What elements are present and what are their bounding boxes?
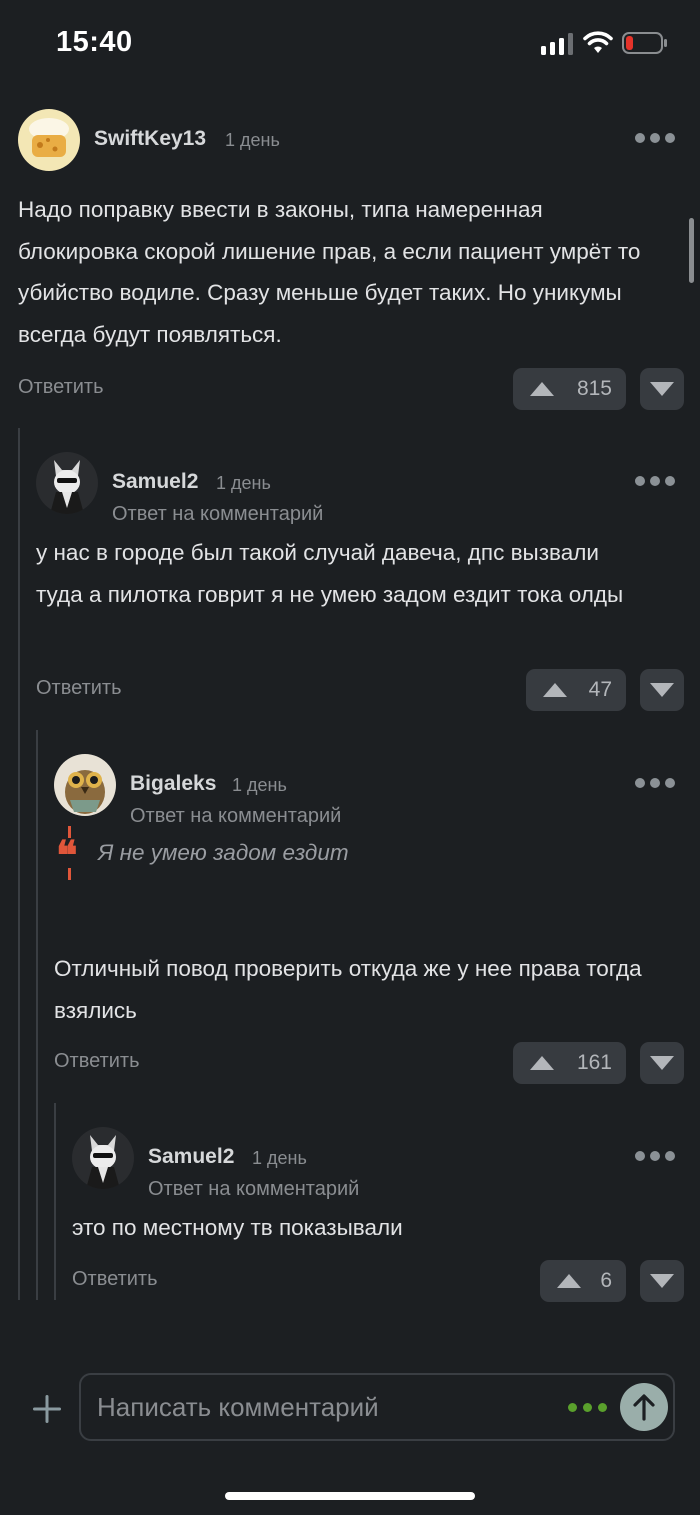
avatar[interactable] (36, 452, 98, 514)
comment-time: 1 день (232, 775, 287, 795)
downvote-button[interactable] (640, 1260, 684, 1302)
signal-icon (541, 33, 573, 55)
comment-text: это по местному тв показывали (72, 1215, 403, 1240)
more-icon[interactable] (635, 476, 675, 488)
score: 6 (600, 1269, 612, 1292)
comment-text: у нас в городе был такой случай давеча, … (36, 540, 624, 607)
comment-time: 1 день (216, 473, 271, 493)
avatar[interactable] (18, 109, 80, 171)
thread-line (36, 730, 38, 1300)
author-name[interactable]: Bigaleks (130, 772, 216, 796)
reply-button[interactable]: Ответить (18, 376, 104, 399)
comment-composer (79, 1373, 675, 1441)
downvote-icon (650, 1056, 674, 1070)
quote-text: Я не умею задом ездит (98, 840, 349, 865)
downvote-button[interactable] (640, 1042, 684, 1084)
upvote-icon (530, 382, 554, 396)
wifi-icon (583, 31, 613, 53)
status-time: 15:40 (56, 26, 133, 58)
more-icon[interactable] (635, 778, 675, 790)
thread-line (54, 1103, 56, 1300)
more-icon[interactable] (635, 133, 675, 145)
quote-block: ❝ Я не умею задом ездит (54, 826, 654, 880)
reply-button[interactable]: Ответить (54, 1050, 140, 1073)
quote-icon: ❝ (56, 832, 78, 879)
downvote-icon (650, 683, 674, 697)
battery-icon (622, 32, 667, 54)
thread-line (18, 428, 20, 1300)
upvote-button[interactable]: 815 (513, 368, 626, 410)
upvote-button[interactable]: 6 (540, 1260, 626, 1302)
score: 161 (576, 1051, 612, 1074)
author-name[interactable]: Samuel2 (112, 470, 198, 494)
downvote-icon (650, 1274, 674, 1288)
comment-time: 1 день (225, 130, 280, 150)
reply-button[interactable]: Ответить (36, 677, 122, 700)
home-indicator[interactable] (225, 1492, 475, 1500)
downvote-icon (650, 382, 674, 396)
upvote-icon (557, 1274, 581, 1288)
more-icon[interactable] (635, 1151, 675, 1163)
author-name[interactable]: SwiftKey13 (94, 127, 206, 151)
comment-input[interactable] (97, 1375, 557, 1439)
comment: Samuel2 1 день Ответ на комментарий у на… (36, 452, 700, 711)
reply-note[interactable]: Ответ на комментарий (148, 1178, 359, 1201)
comment-time: 1 день (252, 1148, 307, 1168)
comment: Bigaleks 1 день Ответ на комментарий ❝ Я… (54, 754, 700, 1084)
reply-note[interactable]: Ответ на комментарий (130, 805, 341, 828)
send-button[interactable] (620, 1383, 668, 1431)
downvote-button[interactable] (640, 368, 684, 410)
upvote-icon (543, 683, 567, 697)
comment: SwiftKey13 1 день Надо поправку ввести в… (18, 109, 700, 410)
upvote-icon (530, 1056, 554, 1070)
comment-text: Отличный повод проверить откуда же у нее… (54, 956, 642, 1023)
status-bar: 15:40 (0, 0, 700, 90)
score: 815 (576, 377, 612, 400)
author-name[interactable]: Samuel2 (148, 1145, 234, 1169)
downvote-button[interactable] (640, 669, 684, 711)
reply-button[interactable]: Ответить (72, 1268, 158, 1291)
send-arrow-icon (633, 1394, 655, 1421)
comment: Samuel2 1 день Ответ на комментарий это … (72, 1127, 700, 1302)
reply-note[interactable]: Ответ на комментарий (112, 503, 323, 526)
upvote-button[interactable]: 161 (513, 1042, 626, 1084)
avatar[interactable] (72, 1127, 134, 1189)
avatar[interactable] (54, 754, 116, 816)
plus-icon[interactable] (31, 1393, 63, 1425)
comment-text: Надо поправку ввести в законы, типа наме… (18, 197, 641, 347)
upvote-button[interactable]: 47 (526, 669, 626, 711)
emoji-dots-icon[interactable] (568, 1403, 608, 1413)
scroll-indicator[interactable] (689, 218, 694, 283)
score: 47 (588, 678, 612, 701)
